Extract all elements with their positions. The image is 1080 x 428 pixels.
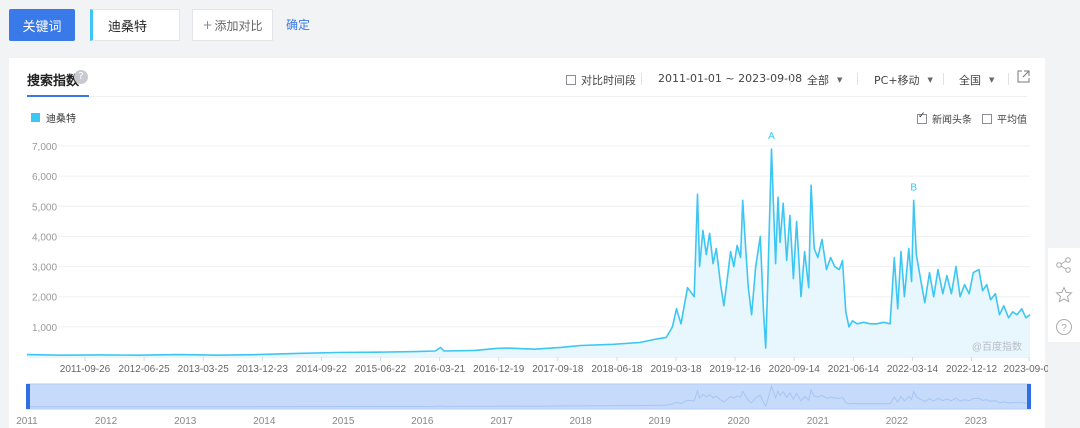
- x-tick-label: 2012-06-25: [119, 364, 171, 375]
- side-toolbar: ?: [1048, 248, 1080, 342]
- x-tick-label: 2020-09-14: [769, 364, 821, 375]
- x-tick-label: 2021-06-14: [828, 364, 880, 375]
- y-tick-label: 3,000: [32, 263, 57, 274]
- help-circle-icon[interactable]: ?: [1055, 318, 1073, 336]
- y-tick-label: 5,000: [32, 202, 57, 213]
- brush-year-label: 2012: [95, 416, 118, 427]
- x-tick-label: 2013-12-23: [237, 364, 289, 375]
- news-annotation-marker: A: [768, 131, 775, 142]
- brush-handle-left[interactable]: [26, 384, 30, 409]
- series-area: [27, 149, 1030, 357]
- star-icon[interactable]: [1055, 286, 1073, 304]
- watermark: @百度指数: [972, 340, 1022, 353]
- x-tick-label: 2013-03-25: [178, 364, 230, 375]
- brush-year-label: 2016: [411, 416, 434, 427]
- brush-year-label: 2021: [807, 416, 830, 427]
- brush-year-label: 2015: [332, 416, 355, 427]
- x-tick-label: 2017-09-18: [532, 364, 584, 375]
- brush-year-label: 2019: [648, 416, 671, 427]
- y-tick-label: 4,000: [32, 232, 57, 243]
- svg-text:?: ?: [1061, 323, 1067, 334]
- share-icon[interactable]: [1055, 256, 1073, 274]
- x-tick-label: 2019-12-16: [710, 364, 762, 375]
- x-tick-label: 2015-06-22: [355, 364, 407, 375]
- brush-year-label: 2013: [174, 416, 197, 427]
- y-tick-label: 6,000: [32, 172, 57, 183]
- y-tick-label: 2,000: [32, 293, 57, 304]
- search-index-chart[interactable]: 1,000 2,000 3,000 4,000 5,000 6,000 7,000 2011-…: [0, 0, 1048, 428]
- brush-year-label: 2022: [886, 416, 909, 427]
- x-tick-label: 2022-12-12: [946, 364, 998, 375]
- brush-handle-right[interactable]: [1027, 384, 1031, 409]
- range-brush[interactable]: [26, 383, 1031, 410]
- news-annotation-marker: B: [910, 182, 917, 193]
- y-tick-label: 7,000: [32, 142, 57, 153]
- x-tick-label: 2018-06-18: [591, 364, 643, 375]
- x-tick-label: 2014-09-22: [296, 364, 348, 375]
- brush-year-label: 2023: [965, 416, 988, 427]
- x-tick-label: 2019-03-18: [650, 364, 702, 375]
- brush-year-label: 2020: [727, 416, 750, 427]
- brush-year-label: 2018: [569, 416, 592, 427]
- x-tick-label: 2016-12-19: [473, 364, 525, 375]
- brush-year-label: 2011: [16, 416, 38, 427]
- brush-year-label: 2017: [490, 416, 513, 427]
- brush-selection: [26, 383, 1031, 410]
- x-tick-label: 2023-09-04: [1004, 364, 1048, 375]
- brush-year-label: 2014: [253, 416, 276, 427]
- x-tick-label: 2011-09-26: [60, 364, 111, 375]
- x-tick-label: 2016-03-21: [414, 364, 466, 375]
- x-tick-label: 2022-03-14: [887, 364, 939, 375]
- y-tick-label: 1,000: [32, 323, 57, 334]
